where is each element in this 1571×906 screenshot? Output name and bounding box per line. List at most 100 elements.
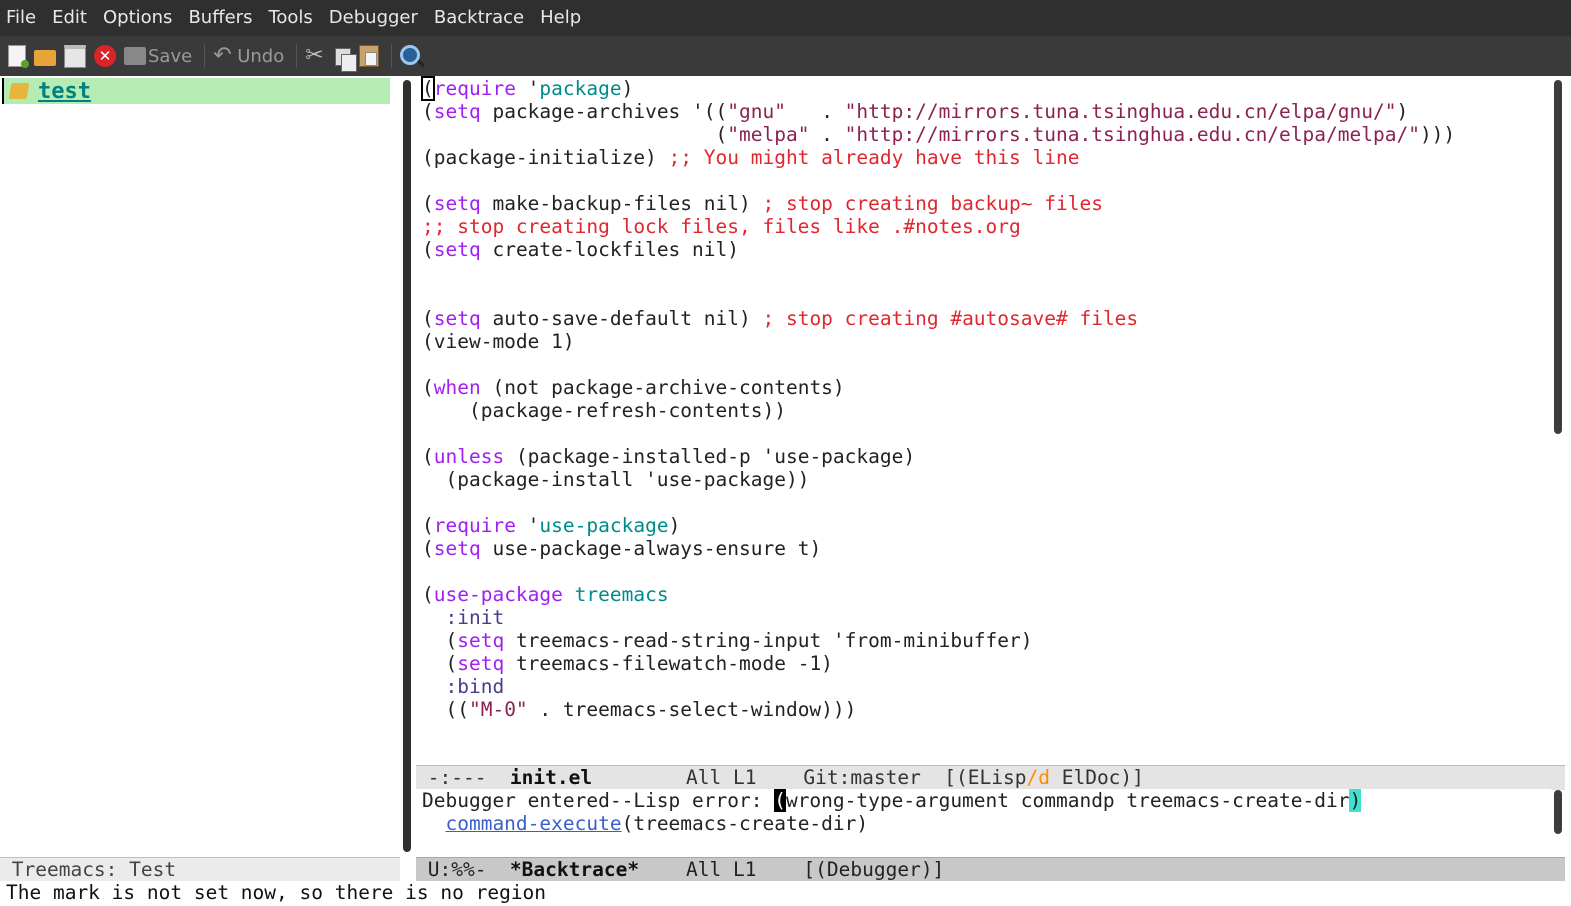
backtrace-indent [422,812,445,835]
code-token: setq [457,629,505,652]
code-line[interactable] [422,261,1455,284]
code-token: "http://mirrors.tuna.tsinghua.edu.cn/elp… [844,100,1397,123]
code-line[interactable] [422,560,1455,583]
code-token: (package-installed-p 'use-package) [504,445,916,468]
code-line[interactable]: (require 'package) [421,76,1455,101]
code-token: (package-refresh-contents)) [422,399,786,422]
code-token: ) [668,514,681,537]
backtrace-scrollbar-thumb[interactable] [1554,790,1562,834]
search-icon [400,45,421,65]
backtrace-close-paren: ) [1349,789,1362,812]
cut-button[interactable]: ✂ [305,41,327,71]
undo-button[interactable]: ↶ Undo [213,41,284,71]
open-file-button[interactable] [34,41,56,71]
code-line[interactable]: (package-install 'use-package)) [422,468,1455,491]
backtrace-content[interactable]: Debugger entered--Lisp error: (wrong-typ… [422,789,1362,835]
code-line[interactable]: (setq package-archives '(("gnu" . "http:… [422,100,1455,123]
mode-line-buffer-name[interactable]: init.el [510,766,592,789]
code-token: ( [422,445,434,468]
code-line[interactable]: (setq treemacs-read-string-input 'from-m… [422,629,1455,652]
code-line[interactable]: ("melpa" . "http://mirrors.tuna.tsinghua… [422,123,1455,146]
menu-tools[interactable]: Tools [260,0,320,36]
menu-options[interactable]: Options [95,0,180,36]
code-token: ) [1396,100,1409,123]
code-line[interactable]: (require 'use-package) [422,514,1455,537]
treemacs-project-label[interactable]: test [38,79,91,104]
save-icon [124,47,146,65]
backtrace-window[interactable]: Debugger entered--Lisp error: (wrong-typ… [416,789,1551,857]
code-content[interactable]: (require 'package) (setq package-archives… [421,76,1455,721]
code-line[interactable]: (setq create-lockfiles nil) [422,238,1455,261]
code-line[interactable]: (use-package treemacs [422,583,1455,606]
code-line[interactable]: (setq use-package-always-ensure t) [422,537,1455,560]
menu-help[interactable]: Help [532,0,589,36]
backtrace-call-args: (treemacs-create-dir) [621,812,869,835]
menu-debugger[interactable]: Debugger [321,0,426,36]
menu-file[interactable]: File [0,0,44,36]
window-divider-scrollbar[interactable] [403,80,411,852]
code-line[interactable]: (view-mode 1) [422,330,1455,353]
close-buffer-button[interactable]: ✕ [94,41,116,71]
code-line[interactable] [422,284,1455,307]
code-line[interactable] [422,169,1455,192]
dired-button[interactable] [64,41,86,71]
copy-icon [335,48,358,72]
mode-line-modes: ElDoc)] [1049,766,1144,789]
code-line[interactable]: (("M-0" . treemacs-select-window))) [422,698,1455,721]
code-line[interactable] [422,422,1455,445]
search-button[interactable] [400,41,421,71]
code-line[interactable] [422,353,1455,376]
code-token: create-lockfiles nil) [480,238,739,261]
code-line[interactable]: ;; stop creating lock files, files like … [422,215,1455,238]
code-token: . treemacs-select-window))) [527,698,857,721]
mode-line-dflag: /d [1026,766,1050,789]
code-line[interactable]: :init [422,606,1455,629]
code-line[interactable]: (setq treemacs-filewatch-mode -1) [422,652,1455,675]
command-execute-link[interactable]: command-execute [445,812,621,835]
backtrace-error: wrong-type-argument commandp treemacs-cr… [785,789,1350,812]
code-line[interactable]: (package-refresh-contents)) [422,399,1455,422]
mode-line-buffer-name[interactable]: *Backtrace* [510,858,639,881]
code-token: ( [422,192,434,215]
code-line[interactable]: (when (not package-archive-contents) [422,376,1455,399]
code-token: require [433,77,516,100]
code-token: package-archives '(( [480,100,728,123]
code-line[interactable] [422,491,1455,514]
editor-scrollbar-thumb[interactable] [1554,80,1562,434]
treemacs-project-row[interactable]: test [4,78,390,104]
backtrace-prefix: Debugger entered--Lisp error: [422,789,775,812]
code-token: "http://mirrors.tuna.tsinghua.edu.cn/elp… [844,123,1420,146]
code-token: use-package-always-ensure t) [480,537,822,560]
save-button[interactable]: Save [124,41,192,71]
toolbar-separator [204,44,206,68]
menu-backtrace[interactable]: Backtrace [426,0,532,36]
code-line[interactable]: :bind [422,675,1455,698]
menu-buffers[interactable]: Buffers [180,0,260,36]
code-token: (view-mode 1) [422,330,575,353]
menu-edit[interactable]: Edit [44,0,95,36]
code-line[interactable]: (setq make-backup-files nil) ; stop crea… [422,192,1455,215]
code-token: ( [421,76,435,101]
code-line[interactable]: (setq auto-save-default nil) ; stop crea… [422,307,1455,330]
code-token: ; stop creating backup~ files [762,192,1103,215]
new-file-button[interactable] [8,41,29,71]
code-token: treemacs-read-string-input 'from-minibuf… [504,629,1033,652]
code-token: ;; stop creating lock files, files like … [422,215,1021,238]
code-line[interactable]: (unless (package-installed-p 'use-packag… [422,445,1455,468]
copy-button[interactable] [335,41,358,72]
code-token: (( [422,698,469,721]
echo-area: The mark is not set now, so there is no … [0,881,1571,906]
code-token: setq [433,238,481,261]
toolbar-separator [296,44,298,68]
code-token: ))) [1419,123,1456,146]
editor-init-el[interactable]: (require 'package) (setq package-archives… [416,76,1551,765]
code-token: setq [433,537,481,560]
paste-button[interactable] [359,41,380,71]
code-token: "gnu" [727,100,786,123]
code-line[interactable]: (package-initialize) ;; You might alread… [422,146,1455,169]
code-token: use-package [433,583,563,606]
toolbar-separator [391,44,393,68]
